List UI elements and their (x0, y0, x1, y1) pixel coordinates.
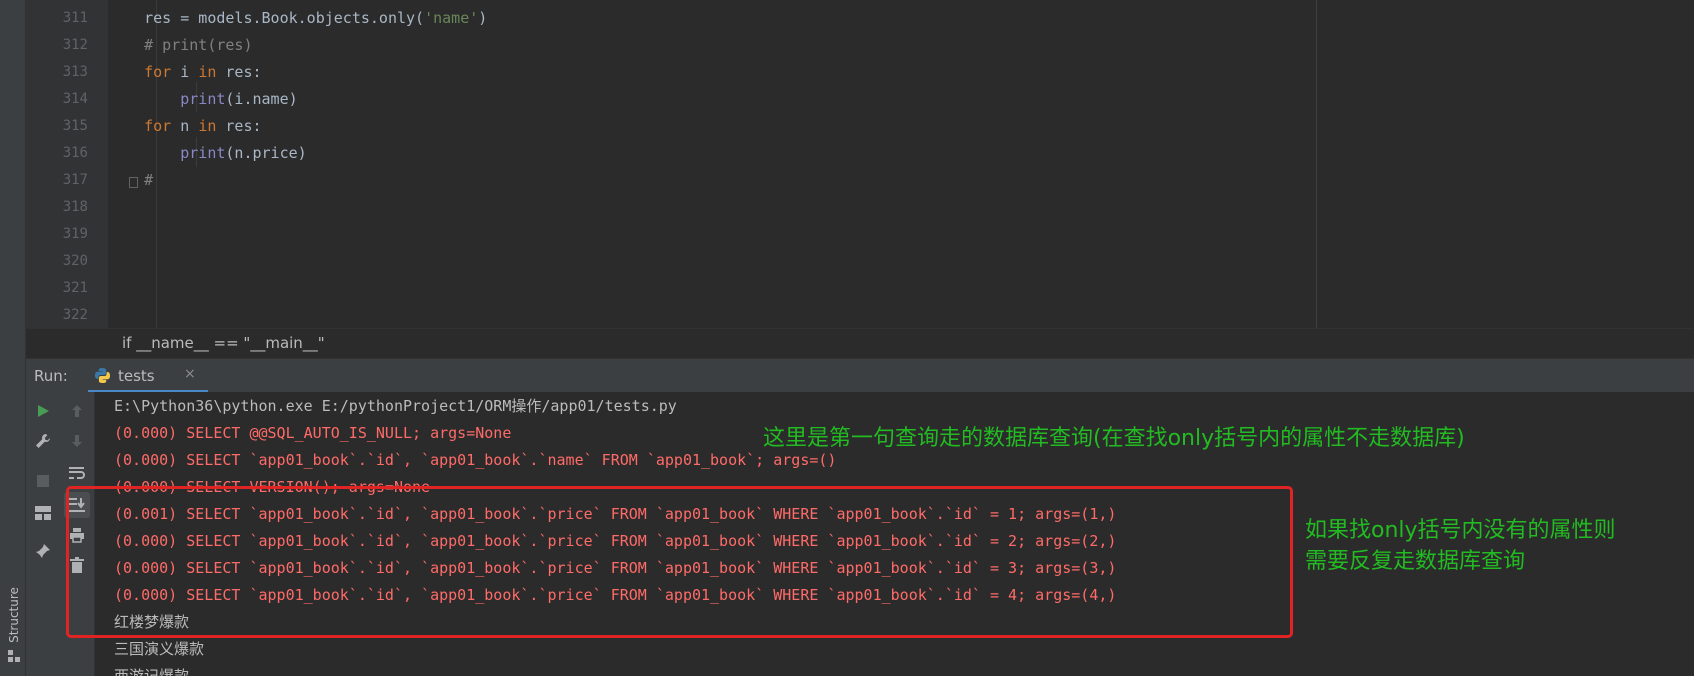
right-margin-guide (1316, 0, 1317, 328)
annotation-line: 需要反复走数据库查询 (1305, 549, 1526, 574)
layout-icon[interactable] (34, 504, 52, 522)
line-number: 313 (62, 64, 88, 80)
console-line: 三国演义爆款 (114, 640, 205, 658)
run-tab-tests[interactable]: tests × (88, 359, 208, 393)
arrow-up-icon[interactable] (68, 402, 86, 420)
console-line: E:\Python36\python.exe E:/pythonProject1… (114, 397, 677, 415)
soft-wrap-icon[interactable] (68, 464, 86, 482)
code-line[interactable]: res = models.Book.objects.only('name') (108, 5, 487, 32)
annotation-first-query: 这里是第一句查询走的数据库查询(在查找only括号内的属性不走数据库) (763, 426, 1465, 451)
code-line[interactable]: print(n.price) (108, 140, 306, 167)
line-number: 314 (62, 91, 88, 107)
code-line[interactable]: for i in res: (108, 59, 261, 86)
annotation-line: 如果找only括号内没有的属性则 (1305, 518, 1616, 543)
structure-tab[interactable]: Structure (2, 578, 24, 668)
console-line: (0.000) SELECT @@SQL_AUTO_IS_NULL; args=… (114, 424, 512, 442)
line-number: 315 (62, 118, 88, 134)
line-number-gutter: 311 312 313 314 315 316 317 318 319 320 … (26, 0, 108, 328)
code-line[interactable]: # (108, 167, 153, 194)
structure-strip: Structure (0, 0, 26, 676)
code-editor[interactable]: 311 312 313 314 315 316 317 318 319 320 … (26, 0, 1694, 328)
run-icon[interactable] (34, 402, 52, 420)
arrow-down-icon[interactable] (68, 432, 86, 450)
breadcrumb-item[interactable]: if __name__ == "__main__" (122, 334, 325, 352)
python-icon (95, 368, 110, 383)
annotation-highlight-box (66, 486, 1293, 638)
code-line[interactable]: # print(res) (108, 32, 252, 59)
line-number: 312 (62, 37, 88, 53)
console-line: 西游记爆款 (114, 667, 190, 676)
line-number: 311 (62, 10, 88, 26)
run-toolbar-primary (26, 392, 60, 676)
console-line: (0.000) SELECT `app01_book`.`id`, `app01… (114, 451, 837, 469)
line-number: 322 (62, 307, 88, 323)
structure-tab-label: Structure (7, 587, 21, 643)
close-icon[interactable]: × (184, 366, 196, 382)
line-number: 321 (62, 280, 88, 296)
line-number: 317 (62, 172, 88, 188)
wrench-icon[interactable] (34, 432, 52, 450)
run-panel-label: Run: (34, 367, 68, 385)
line-number: 319 (62, 226, 88, 242)
pin-icon[interactable] (34, 542, 52, 560)
line-number: 318 (62, 199, 88, 215)
breadcrumb: if __name__ == "__main__" (26, 328, 1694, 359)
run-tab-label: tests (118, 367, 155, 385)
line-number: 316 (62, 145, 88, 161)
run-panel-header: Run: tests × (26, 358, 1694, 394)
stop-icon[interactable] (34, 472, 52, 490)
line-number: 320 (62, 253, 88, 269)
annotation-repeated-queries: 如果找only括号内没有的属性则 需要反复走数据库查询 (1305, 515, 1616, 577)
code-line[interactable]: print(i.name) (108, 86, 297, 113)
code-line[interactable]: for n in res: (108, 113, 261, 140)
structure-icon (8, 650, 20, 662)
